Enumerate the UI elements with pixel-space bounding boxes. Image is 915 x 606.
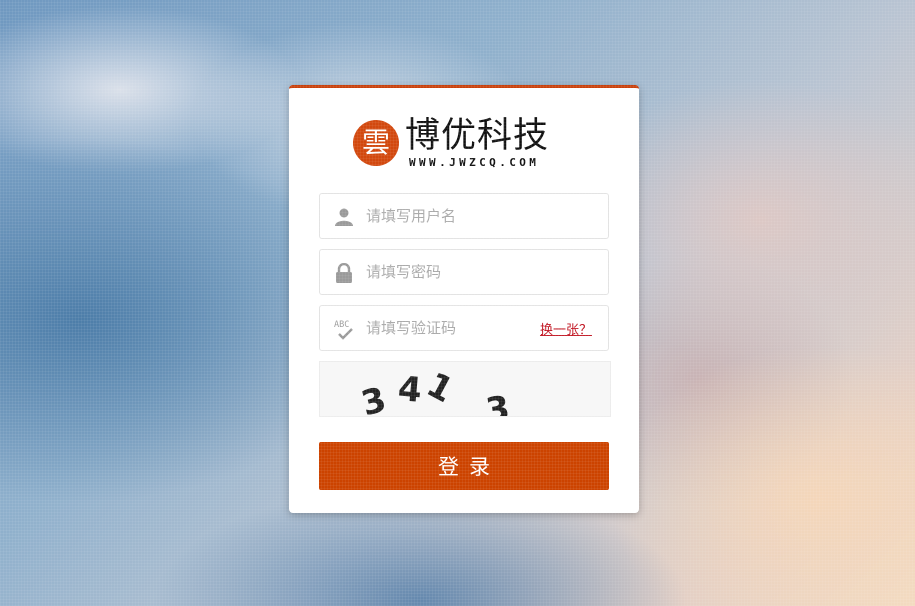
- captcha-field[interactable]: ABC 换一张？: [319, 305, 609, 351]
- company-url: WWW.JWZCQ.COM: [409, 156, 540, 169]
- password-input[interactable]: [366, 250, 596, 294]
- captcha-image[interactable]: 3 4 1 3: [319, 361, 611, 417]
- captcha-input[interactable]: [366, 306, 526, 350]
- company-name: 博优科技: [405, 116, 550, 156]
- logo-badge: 雲: [353, 120, 399, 166]
- abc-check-icon: ABC: [334, 319, 354, 340]
- login-card: 雲 博优科技 WWW.JWZCQ.COM ABC 换一: [289, 85, 639, 513]
- captcha-char: 3: [357, 379, 391, 417]
- captcha-char: 4: [396, 369, 424, 411]
- username-field[interactable]: [319, 193, 609, 239]
- captcha-char: 1: [419, 364, 460, 412]
- password-field[interactable]: [319, 249, 609, 295]
- svg-text:ABC: ABC: [334, 320, 349, 330]
- captcha-char: 3: [483, 388, 513, 417]
- login-button[interactable]: 登录: [319, 442, 609, 490]
- company-logo: 雲 博优科技 WWW.JWZCQ.COM: [353, 116, 563, 172]
- username-input[interactable]: [366, 194, 596, 238]
- refresh-captcha-link[interactable]: 换一张？: [540, 319, 592, 338]
- user-icon: [334, 207, 354, 227]
- lock-icon: [334, 262, 354, 283]
